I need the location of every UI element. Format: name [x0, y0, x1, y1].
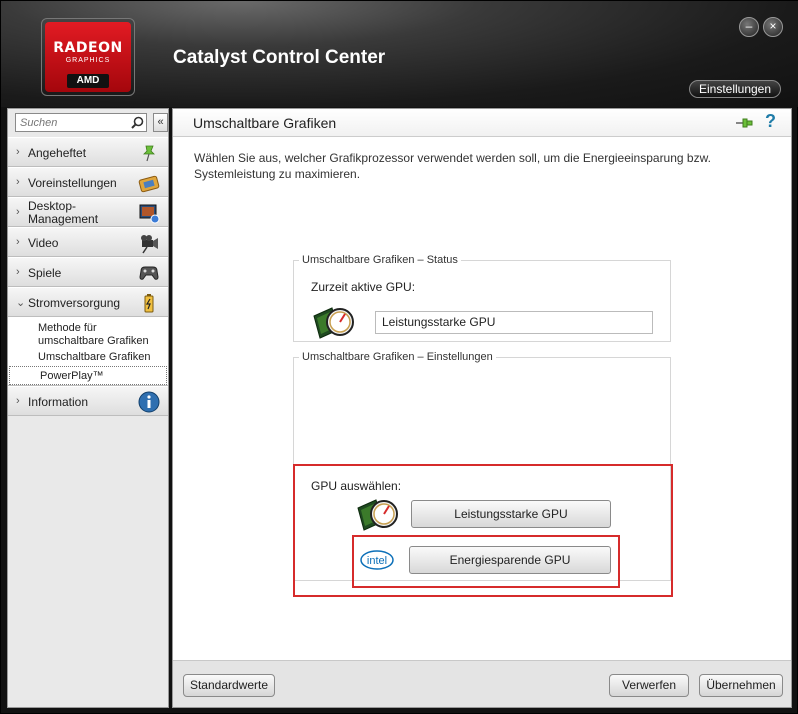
- chevron-right-icon: ›: [16, 236, 20, 248]
- chevron-right-icon: ›: [16, 146, 20, 158]
- sidebar-item-label: Angeheftet: [28, 146, 87, 160]
- page-description: Wählen Sie aus, welcher Grafikprozessor …: [194, 151, 711, 181]
- sidebar-item-label: Stromversorgung: [28, 296, 121, 310]
- sidebar-item-label: Spiele: [28, 266, 62, 280]
- info-icon: [138, 391, 160, 413]
- intel-logo-icon: intel: [360, 550, 394, 570]
- logo-maker-text: AMD: [67, 74, 109, 88]
- chevron-right-icon: ›: [16, 206, 20, 218]
- sidebar-item-desktop-management[interactable]: › Desktop- Management: [8, 197, 168, 227]
- active-gpu-field: Leistungsstarke GPU: [375, 311, 653, 334]
- sidebar-item-information[interactable]: › Information: [8, 386, 168, 416]
- main-panel: Umschaltbare Grafiken ? Wählen Sie aus, …: [172, 108, 792, 708]
- logo-brand-text: RADEON: [53, 40, 123, 56]
- sidebar-subitem-powerplay[interactable]: PowerPlay™: [9, 366, 167, 385]
- amd-gpu-icon: [357, 499, 398, 531]
- search-icon[interactable]: [131, 116, 144, 129]
- app-title: Catalyst Control Center: [173, 47, 386, 68]
- sidebar-subitem-umschaltbare-grafiken[interactable]: Umschaltbare Grafiken: [8, 348, 168, 366]
- stromversorgung-submenu: Methode für umschaltbare Grafiken Umscha…: [8, 317, 168, 386]
- footer-bar: Standardwerte Verwerfen Übernehmen: [173, 660, 791, 707]
- collapse-sidebar-button[interactable]: «: [153, 113, 168, 132]
- radeon-logo: RADEON GRAPHICS AMD: [41, 18, 135, 96]
- sidebar-item-angeheftet[interactable]: › Angeheftet: [8, 137, 168, 167]
- chevron-down-icon: ⌄: [16, 297, 26, 309]
- presets-icon: [138, 175, 160, 193]
- discard-button[interactable]: Verwerfen: [609, 674, 689, 697]
- sidebar-item-label: Voreinstellungen: [28, 176, 117, 190]
- status-group-legend: Umschaltbare Grafiken – Status: [302, 254, 458, 266]
- search-input[interactable]: [15, 113, 147, 132]
- sidebar-item-voreinstellungen[interactable]: › Voreinstellungen: [8, 167, 168, 197]
- status-group: Umschaltbare Grafiken – Status Zurzeit a…: [293, 254, 671, 342]
- sidebar-item-stromversorgung[interactable]: ⌄ Stromversorgung: [8, 287, 168, 317]
- chevron-right-icon: ›: [16, 266, 20, 278]
- battery-icon: [144, 294, 154, 313]
- sidebar-item-label: Information: [28, 395, 89, 409]
- gpu-select-label: GPU auswählen:: [311, 479, 402, 493]
- close-button[interactable]: ×: [763, 17, 783, 37]
- apply-button[interactable]: Übernehmen: [699, 674, 783, 697]
- svg-text:intel: intel: [367, 555, 387, 567]
- video-camera-icon: [141, 235, 158, 254]
- sidebar: « › Angeheftet › Voreinstellungen › Desk…: [7, 108, 169, 708]
- sidebar-item-label: Desktop- Management: [28, 199, 99, 226]
- sidebar-subitem-methode[interactable]: Methode für umschaltbare Grafiken: [8, 317, 168, 348]
- search-row: «: [8, 109, 168, 137]
- active-gpu-label: Zurzeit aktive GPU:: [311, 280, 416, 294]
- pin-icon: [143, 145, 155, 162]
- energy-saving-gpu-button[interactable]: Energiesparende GPU: [409, 546, 611, 574]
- sidebar-item-label: Video: [28, 236, 59, 250]
- chevron-right-icon: ›: [16, 395, 20, 407]
- settings-button[interactable]: Einstellungen: [689, 80, 781, 98]
- defaults-button[interactable]: Standardwerte: [183, 674, 275, 697]
- header-bar: RADEON GRAPHICS AMD Catalyst Control Cen…: [1, 1, 798, 107]
- page-title: Umschaltbare Grafiken: [193, 115, 337, 131]
- performance-gpu-button[interactable]: Leistungsstarke GPU: [411, 500, 611, 528]
- amd-gpu-icon: [313, 307, 354, 339]
- ccc-window: RADEON GRAPHICS AMD Catalyst Control Cen…: [0, 0, 798, 714]
- sidebar-item-spiele[interactable]: › Spiele: [8, 257, 168, 287]
- settings-group-legend: Umschaltbare Grafiken – Einstellungen: [302, 351, 493, 363]
- chevron-right-icon: ›: [16, 176, 20, 188]
- main-header: Umschaltbare Grafiken ?: [173, 109, 791, 137]
- minimize-button[interactable]: –: [739, 17, 759, 37]
- pin-page-icon[interactable]: [735, 116, 753, 130]
- logo-sub-text: GRAPHICS: [65, 57, 111, 64]
- desktop-icon: [139, 204, 160, 224]
- gamepad-icon: [139, 266, 159, 280]
- sidebar-item-video[interactable]: › Video: [8, 227, 168, 257]
- help-icon[interactable]: ?: [765, 111, 776, 132]
